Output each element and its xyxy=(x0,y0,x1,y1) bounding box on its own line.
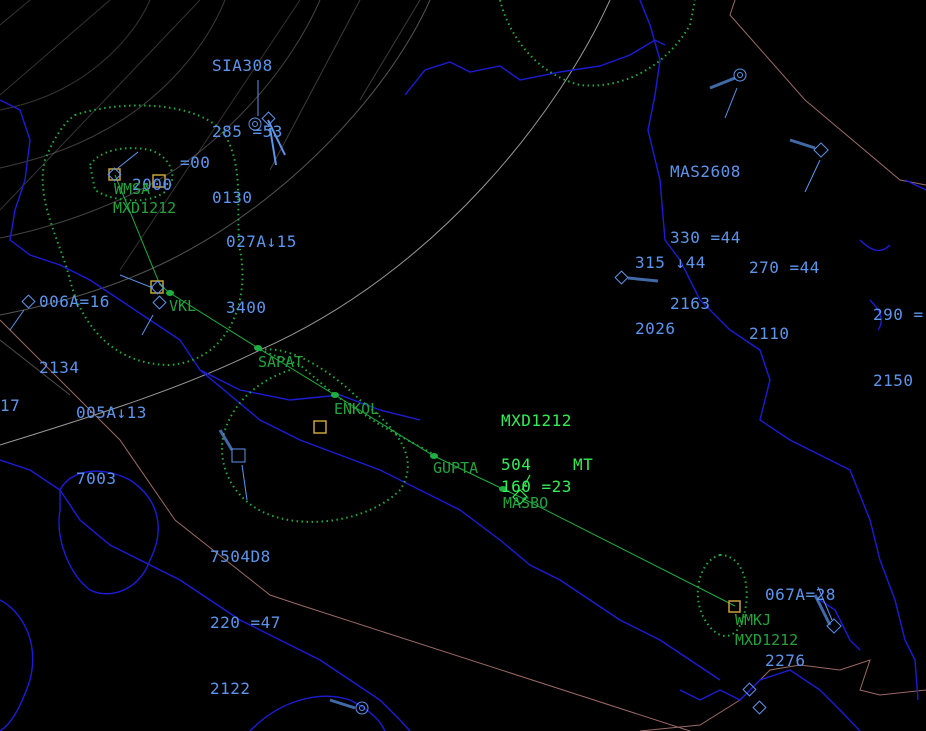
track-level: 290 = xyxy=(873,305,924,324)
track-code: 3400 xyxy=(226,298,267,317)
selected-callsign: MXD1212 xyxy=(501,411,572,430)
track-target-mas2608-icon[interactable] xyxy=(732,67,748,83)
track-level: 220 =47 xyxy=(210,613,281,632)
track-callsign: SIA308 xyxy=(212,56,273,75)
track-code: 2110 xyxy=(749,324,790,343)
track-label-eq00[interactable]: =00 xyxy=(180,108,221,218)
track-target-bottom-icon[interactable] xyxy=(354,700,370,716)
track-level: 027A↓15 xyxy=(226,232,297,251)
track-target-sia308-icon[interactable] xyxy=(247,116,263,132)
track-level: 315 ↓44 xyxy=(635,253,706,272)
track-code: 2150 xyxy=(873,371,914,390)
selected-sub-label-right[interactable]: MT xyxy=(573,454,593,476)
radar-display[interactable]: SIA308 285 =53 0130 2000 =00 027A↓15 340… xyxy=(0,0,926,731)
airport-flight-label-wmkj[interactable]: MXD1212 xyxy=(735,632,798,649)
track-level: 006A=16 xyxy=(39,292,110,311)
track-label-7504d8[interactable]: 7504D8 220 =47 2122 xyxy=(210,502,281,731)
track-code: 2276 xyxy=(765,651,806,670)
waypoint-label-sapat[interactable]: SAPAT xyxy=(258,354,303,371)
track-callsign: 7504D8 xyxy=(210,547,271,566)
track-callsign: MAS2608 xyxy=(670,162,741,181)
airport-flight-label-wmsa[interactable]: MXD1212 xyxy=(113,200,176,217)
track-label-270[interactable]: 270 =44 2110 xyxy=(749,213,820,389)
track-level: =00 xyxy=(180,153,211,172)
waypoint-label-gupta[interactable]: GUPTA xyxy=(433,460,478,477)
selected-sub-label-left[interactable]: 504 xyxy=(501,454,531,476)
track-label-17[interactable]: 17 xyxy=(0,351,41,461)
track-label-067a[interactable]: 067A=28 2276 xyxy=(765,540,836,716)
track-code: 2026 xyxy=(635,319,676,338)
waypoint-label-enkol[interactable]: ENKOL xyxy=(334,401,379,418)
track-target-mxd1212-icon[interactable] xyxy=(512,489,528,505)
track-code: 7003 xyxy=(76,469,117,488)
track-code: 2122 xyxy=(210,679,251,698)
track-level: 270 =44 xyxy=(749,258,820,277)
track-level: 005A↓13 xyxy=(76,403,147,422)
track-level: 067A=28 xyxy=(765,585,836,604)
track-label-290[interactable]: 290 = 2150 xyxy=(873,260,924,436)
track-label-315[interactable]: 315 ↓44 2026 xyxy=(635,208,706,384)
track-level: 17 xyxy=(0,396,21,415)
track-label-027a[interactable]: 027A↓15 3400 xyxy=(226,187,297,363)
airport-label-wmsa[interactable]: WMSA xyxy=(114,181,150,198)
airport-label-wmkj[interactable]: WMKJ xyxy=(735,612,771,629)
waypoint-label-vkl[interactable]: VKL xyxy=(169,298,196,315)
track-label-005a[interactable]: 005A↓13 7003 xyxy=(76,358,147,534)
